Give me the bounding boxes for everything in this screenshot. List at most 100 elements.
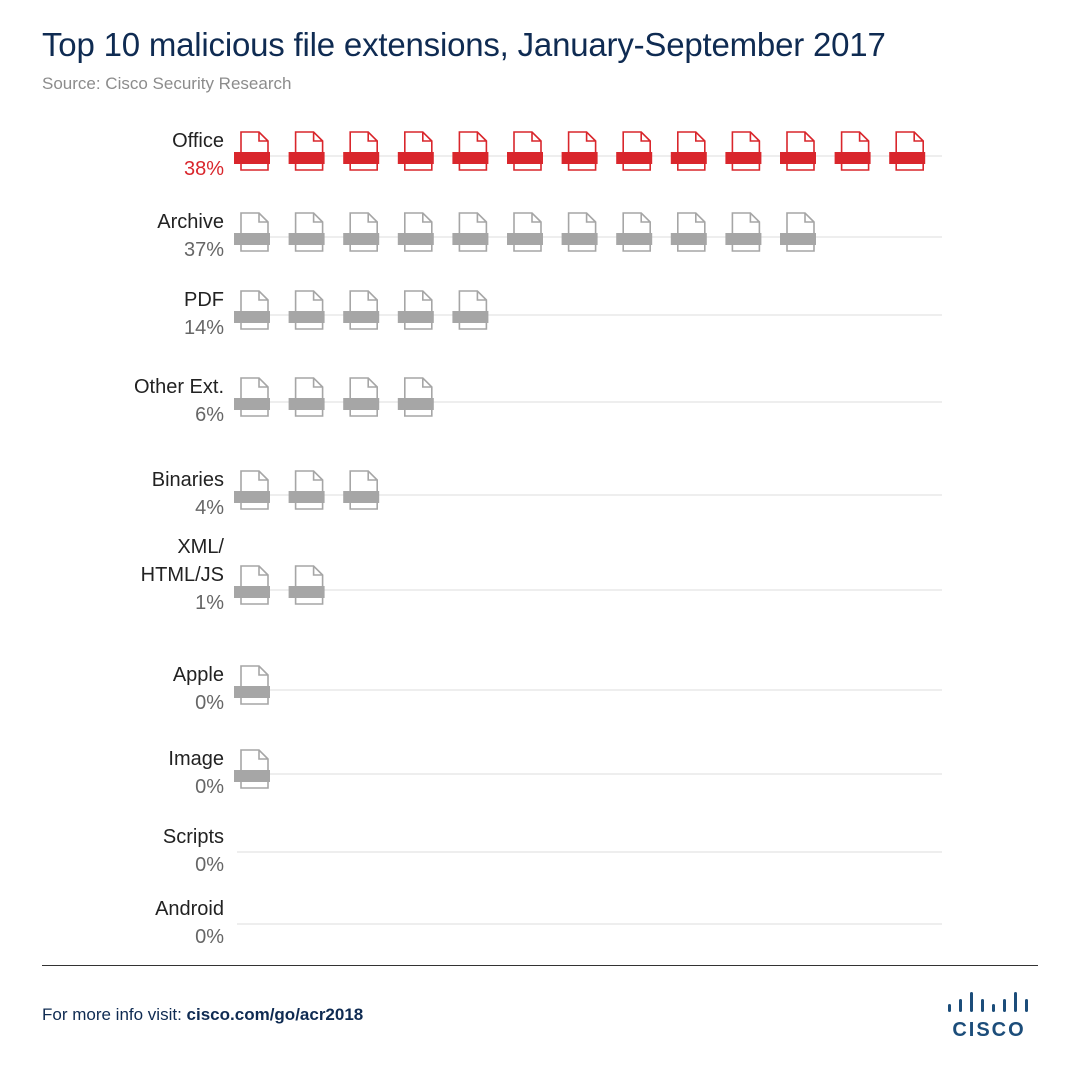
- document-icon: [397, 290, 434, 330]
- document-band: [343, 233, 380, 245]
- document-band: [288, 311, 325, 323]
- document-icon: [397, 131, 434, 171]
- document-icon: [452, 131, 489, 171]
- document-outline: [895, 131, 924, 171]
- document-icon: [507, 212, 543, 252]
- document-outline: [349, 290, 378, 330]
- document-icon: [234, 290, 270, 330]
- document-icon: [507, 131, 543, 171]
- document-band: [616, 152, 653, 164]
- document-band: [343, 491, 380, 503]
- document-band: [288, 152, 325, 164]
- value-label: 1%: [195, 592, 224, 614]
- document-icon: [343, 212, 380, 252]
- document-icon: [343, 290, 380, 330]
- document-band: [397, 233, 434, 245]
- document-band: [397, 152, 434, 164]
- pictograph-chart: Office 38% Archive 37% PDF 14% Other Ext. 6% Bin…: [134, 130, 942, 948]
- document-icon: [288, 470, 325, 510]
- document-icon: [452, 212, 489, 252]
- category-label: XML/: [177, 536, 224, 558]
- value-label: 0%: [195, 692, 224, 714]
- category-label: HTML/JS: [141, 564, 224, 586]
- document-outline: [622, 131, 651, 171]
- document-icon: [288, 377, 325, 417]
- value-label: 6%: [195, 404, 224, 426]
- document-band: [670, 152, 707, 164]
- document-icon: [616, 131, 653, 171]
- document-band: [670, 233, 707, 245]
- document-icon: [343, 470, 380, 510]
- document-outline: [622, 212, 651, 252]
- document-outline: [731, 212, 761, 252]
- document-icon: [343, 377, 380, 417]
- document-outline: [294, 470, 324, 510]
- document-icon: [234, 565, 270, 605]
- row-scripts: Scripts 0%: [163, 826, 942, 876]
- footer-info: For more info visit: cisco.com/go/acr201…: [42, 1005, 363, 1025]
- document-band: [234, 152, 270, 164]
- document-outline: [786, 212, 815, 252]
- cisco-wordmark: CISCO: [952, 1019, 1025, 1040]
- document-band: [616, 233, 653, 245]
- row-pdf: PDF 14%: [184, 289, 942, 339]
- document-icon: [561, 131, 598, 171]
- cisco-logo: CISCO: [948, 992, 1028, 1040]
- document-band: [343, 152, 380, 164]
- document-outline: [349, 212, 378, 252]
- document-icon: [288, 131, 325, 171]
- value-label: 37%: [184, 239, 224, 261]
- document-band: [780, 233, 816, 245]
- document-icon: [670, 131, 707, 171]
- footer-divider: [42, 965, 1038, 966]
- document-band: [725, 152, 762, 164]
- document-outline: [404, 290, 433, 330]
- document-outline: [404, 131, 433, 171]
- document-outline: [294, 377, 324, 417]
- category-label: Binaries: [152, 469, 224, 491]
- document-band: [561, 152, 598, 164]
- document-icon: [234, 131, 270, 171]
- document-band: [452, 152, 489, 164]
- document-outline: [240, 212, 269, 252]
- document-icon: [234, 749, 270, 789]
- document-outline: [567, 212, 597, 252]
- row-binaries: Binaries 4%: [152, 469, 942, 519]
- document-icon: [343, 131, 380, 171]
- document-band: [507, 233, 543, 245]
- document-outline: [786, 131, 815, 171]
- value-label: 0%: [195, 776, 224, 798]
- document-band: [452, 311, 489, 323]
- document-outline: [294, 290, 324, 330]
- category-label: Office: [172, 130, 224, 152]
- row-apple: Apple 0%: [173, 664, 942, 714]
- document-band: [234, 233, 270, 245]
- category-label: Image: [168, 748, 224, 770]
- value-label: 0%: [195, 926, 224, 948]
- document-band: [397, 398, 434, 410]
- document-band: [343, 398, 380, 410]
- row-archive: Archive 37%: [157, 211, 942, 261]
- document-icon: [780, 131, 816, 171]
- document-outline: [240, 131, 269, 171]
- document-outline: [240, 665, 269, 705]
- document-icon: [834, 131, 871, 171]
- document-outline: [567, 131, 597, 171]
- document-band: [834, 152, 871, 164]
- category-label: Apple: [173, 664, 224, 686]
- document-outline: [840, 131, 870, 171]
- value-label: 14%: [184, 317, 224, 339]
- document-outline: [349, 470, 378, 510]
- document-band: [288, 586, 325, 598]
- document-band: [288, 233, 325, 245]
- document-band: [452, 233, 489, 245]
- document-band: [234, 491, 270, 503]
- document-icon: [670, 212, 707, 252]
- document-outline: [404, 377, 433, 417]
- document-band: [288, 491, 325, 503]
- row-office: Office 38%: [172, 130, 942, 180]
- document-icon: [234, 377, 270, 417]
- document-icon: [288, 565, 325, 605]
- footer-link[interactable]: cisco.com/go/acr2018: [187, 1005, 364, 1024]
- document-band: [234, 311, 270, 323]
